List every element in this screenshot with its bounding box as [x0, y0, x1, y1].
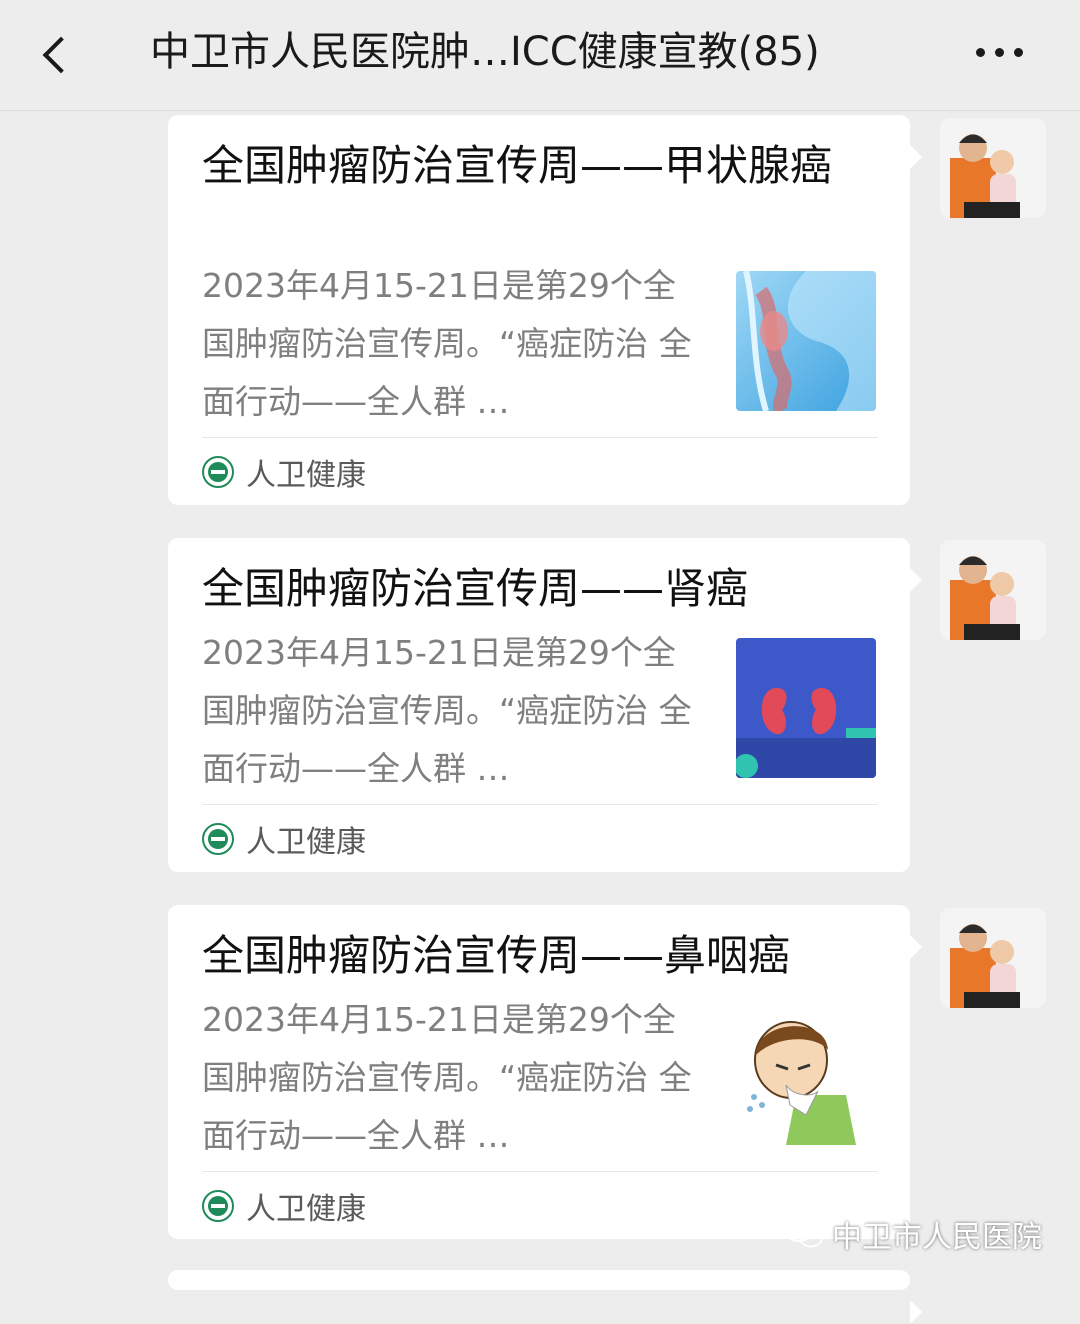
article-card[interactable]: 全国肿瘤防治宣传周——肾癌 2023年4月15-21日是第29个全国肿瘤防治宣传… [168, 538, 922, 872]
source-logo-icon [202, 823, 234, 855]
chat-header: 中卫市人民医院肿…ICC健康宣教(85) [0, 0, 1080, 111]
source-name: 人卫健康 [246, 825, 366, 860]
wechat-watermark: 中卫市人民医院 [784, 1212, 1042, 1256]
article-title: 全国肿瘤防治宣传周——鼻咽癌 [202, 931, 791, 980]
article-title: 全国肿瘤防治宣传周——甲状腺癌 [202, 141, 833, 190]
kidney-illustration-icon [736, 638, 876, 778]
article-summary: 2023年4月15-21日是第29个全国肿瘤防治宣传周。“癌症防治 全面行动——… [202, 633, 692, 788]
card-divider [202, 804, 878, 805]
article-summary: 2023年4月15-21日是第29个全国肿瘤防治宣传周。“癌症防治 全面行动——… [202, 266, 692, 421]
article-summary: 2023年4月15-21日是第29个全国肿瘤防治宣传周。“癌症防治 全面行动——… [202, 1000, 692, 1155]
avatar[interactable] [940, 908, 1046, 1008]
wechat-icon [785, 1220, 823, 1248]
source-name: 人卫健康 [246, 458, 366, 493]
watermark-text: 中卫市人民医院 [832, 1220, 1042, 1255]
article-source: 人卫健康 [202, 1186, 366, 1227]
card-divider [202, 437, 878, 438]
article-source: 人卫健康 [202, 452, 366, 493]
article-card[interactable]: 全国肿瘤防治宣传周——甲状腺癌 2023年4月15-21日是第29个全国肿瘤防治… [168, 115, 922, 505]
avatar[interactable] [940, 118, 1046, 218]
article-card[interactable]: 全国肿瘤防治宣传周——鼻咽癌 2023年4月15-21日是第29个全国肿瘤防治宣… [168, 905, 922, 1239]
more-options-icon[interactable] [976, 45, 1036, 59]
back-arrow-icon[interactable] [42, 36, 80, 74]
source-logo-icon [202, 456, 234, 488]
card-divider [202, 1171, 878, 1172]
source-logo-icon [202, 1190, 234, 1222]
article-card[interactable] [168, 1270, 922, 1324]
chat-title: 中卫市人民医院肿…ICC健康宣教(85) [150, 29, 820, 75]
source-name: 人卫健康 [246, 1192, 366, 1227]
article-title: 全国肿瘤防治宣传周——肾癌 [202, 564, 749, 613]
avatar[interactable] [940, 540, 1046, 640]
thyroid-illustration-icon [736, 271, 876, 411]
sneezing-boy-illustration-icon [736, 1005, 876, 1145]
article-source: 人卫健康 [202, 819, 366, 860]
